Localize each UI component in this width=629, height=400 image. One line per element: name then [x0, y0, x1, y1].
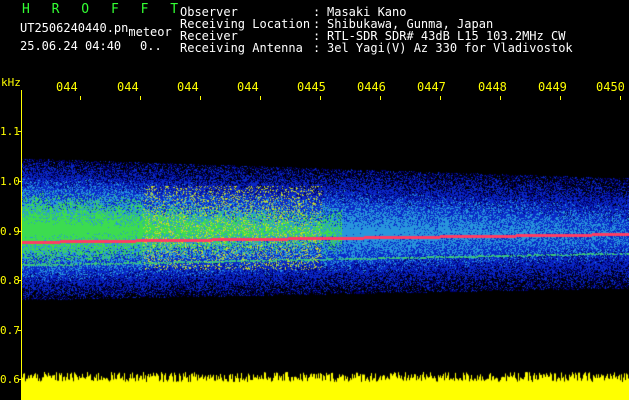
x-tick-label: 0447 [417, 80, 446, 94]
y-axis-line [21, 90, 22, 400]
hroft-screen: H R O F F T UT2506240440.pnmeteor 25.06.… [0, 0, 629, 400]
y-tick-label: 1.0 [0, 175, 20, 188]
y-tick-mark [18, 280, 22, 281]
app-title: H R O F F T [22, 2, 186, 17]
counter: 0.. [140, 39, 162, 53]
x-tick-label: 0449 [538, 80, 567, 94]
filename-text: UT2506240440.pn [20, 21, 129, 35]
x-tick-label: 044 [56, 80, 78, 94]
y-tick-mark [18, 181, 22, 182]
y-tick-label: 0.9 [0, 225, 20, 238]
datetime: 25.06.24 04:40 [20, 39, 122, 53]
x-tick-label: 044 [237, 80, 259, 94]
filename-suffix: meteor [128, 25, 172, 39]
signal-level-bar [22, 370, 629, 400]
x-tick-label: 0446 [357, 80, 386, 94]
x-tick-label: 044 [177, 80, 199, 94]
y-tick-label: 0.8 [0, 274, 20, 287]
y-tick-mark [18, 330, 22, 331]
y-tick-mark [18, 231, 22, 232]
x-tick-label: 0448 [478, 80, 507, 94]
spectrogram [22, 100, 629, 370]
antenna-label: Receiving Antenna [180, 41, 303, 55]
y-tick-mark [18, 131, 22, 132]
x-tick-label: 044 [117, 80, 139, 94]
y-axis-unit: kHz [1, 76, 21, 89]
filename: UT2506240440.pnmeteor [20, 21, 172, 38]
y-tick-label: 0.6 [0, 373, 20, 386]
x-tick-label: 0445 [297, 80, 326, 94]
x-tick-label: 0450 [596, 80, 625, 94]
antenna-colon: : [313, 41, 321, 55]
y-tick-mark [18, 379, 22, 380]
antenna-value: 3el Yagi(V) Az 330 for Vladivostok [327, 41, 573, 55]
y-tick-label: 1.1 [0, 125, 20, 138]
y-tick-label: 0.7 [0, 324, 20, 337]
